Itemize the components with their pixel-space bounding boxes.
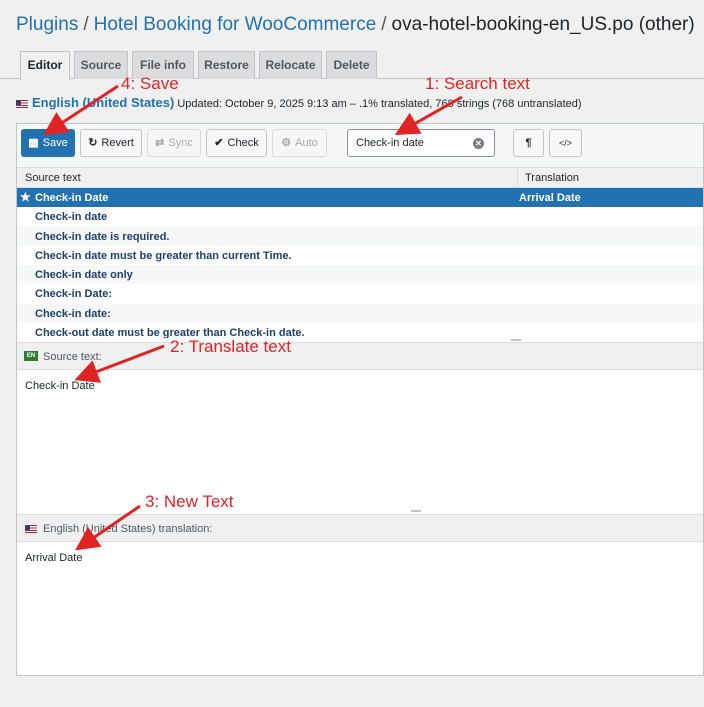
list-item[interactable]: Check-in date must be greater than curre… (17, 245, 703, 266)
source-text: Check-in Date (25, 380, 95, 392)
list-resize-handle[interactable] (511, 339, 521, 341)
robot-icon: ⚙ (281, 137, 292, 149)
revert-label: Revert (101, 137, 134, 149)
file-status: Updated: October 9, 2025 9:13 am – .1% t… (177, 98, 582, 110)
revert-icon: ↻ (88, 137, 98, 149)
auto-label: Auto (295, 137, 318, 149)
invisibles-button[interactable]: ¶ (513, 129, 544, 157)
list-item[interactable]: Check-in Date: (17, 284, 703, 304)
page-title: Plugins / Hotel Booking for WooCommerce / ov… (16, 14, 695, 36)
annotation-translate: 2: Translate text (170, 337, 291, 356)
panel-resize-handle[interactable] (411, 510, 421, 512)
check-button[interactable]: ✔ Check (206, 129, 267, 157)
code-icon: </> (558, 138, 572, 148)
translation-panel-label: English (United States) translation: (43, 523, 213, 535)
save-label: Save (42, 137, 68, 149)
pilcrow-icon: ¶ (525, 137, 532, 149)
breadcrumb-separator: / (83, 14, 89, 35)
tab-delete[interactable]: Delete (326, 51, 377, 79)
row-source: Check-in date (35, 211, 108, 224)
file-meta: English (United States) Updated: October… (16, 95, 582, 110)
revert-button[interactable]: ↻ Revert (80, 129, 142, 157)
row-source: Check-in Date (35, 192, 109, 204)
tab-editor[interactable]: Editor (20, 51, 70, 80)
annotation-save: 4: Save (121, 74, 179, 93)
breadcrumb-plugins[interactable]: Plugins (16, 14, 78, 35)
translation-editor[interactable]: Arrival Date (17, 542, 703, 675)
save-button[interactable]: ▩ Save (21, 129, 75, 157)
list-item[interactable]: ★ Check-in Date Arrival Date (17, 188, 703, 208)
editor-toolbar: ▩Save ↻Revert ⇄Sync ✔Check ⚙Auto ✕ ¶ </> (17, 124, 703, 168)
sync-label: Sync (168, 137, 193, 149)
row-source: Check-in date only (35, 269, 133, 282)
tab-bar: Editor Source File info Restore Relocate… (0, 50, 704, 80)
col-source-header[interactable]: Source text (25, 172, 81, 184)
source-panel: Check-in Date (17, 370, 703, 508)
row-source: Check-in date must be greater than curre… (35, 249, 292, 262)
annotation-search: 1: Search text (425, 74, 530, 93)
tab-source[interactable]: Source (74, 51, 128, 79)
sync-button[interactable]: ⇄ Sync (147, 129, 201, 157)
col-translation-header[interactable]: Translation (525, 172, 579, 184)
list-item[interactable]: Check-in date only (17, 265, 703, 285)
us-flag-icon (16, 100, 28, 109)
string-list[interactable]: ★ Check-in Date Arrival Date Check-in da… (17, 188, 703, 338)
breadcrumb-separator: / (381, 14, 387, 35)
row-source: Check-in Date: (35, 288, 113, 301)
star-icon: ★ (20, 190, 31, 204)
list-item[interactable]: Check-in date (17, 207, 703, 227)
check-label: Check (227, 137, 259, 149)
row-source: Check-in date is required. (35, 230, 170, 243)
floppy-icon: ▩ (28, 137, 39, 149)
list-item[interactable]: Check-in date is required. (17, 226, 703, 246)
us-flag-icon (25, 525, 37, 533)
tab-restore[interactable]: Restore (198, 51, 255, 79)
source-panel-header: EN Source text: (17, 342, 703, 370)
list-item[interactable]: Check-out date must be greater than Chec… (17, 323, 703, 338)
translation-panel-header: English (United States) translation: (17, 514, 703, 542)
checkmark-icon: ✔ (214, 137, 224, 149)
breadcrumb-plugin[interactable]: Hotel Booking for WooCommerce (94, 14, 377, 35)
language-link[interactable]: English (United States) (32, 95, 174, 110)
sync-icon: ⇄ (155, 137, 165, 149)
tab-relocate[interactable]: Relocate (259, 51, 322, 79)
translation-text: Arrival Date (25, 552, 83, 564)
column-divider[interactable] (517, 168, 518, 188)
annotation-new-text: 3: New Text (145, 492, 234, 511)
list-header: Source text Translation (17, 168, 703, 188)
breadcrumb-file: ova-hotel-booking-en_US.po (other) (391, 14, 695, 35)
auto-button[interactable]: ⚙ Auto (272, 129, 327, 157)
en-badge: EN (24, 351, 38, 361)
row-source: Check-in date: (35, 307, 111, 320)
row-translation: Arrival Date (519, 192, 581, 204)
code-view-button[interactable]: </> (549, 129, 582, 157)
source-panel-label: Source text: (43, 351, 102, 363)
clear-search-icon[interactable]: ✕ (473, 138, 484, 149)
list-item[interactable]: Check-in date: (17, 303, 703, 324)
editor: ▩Save ↻Revert ⇄Sync ✔Check ⚙Auto ✕ ¶ </>… (16, 123, 704, 676)
